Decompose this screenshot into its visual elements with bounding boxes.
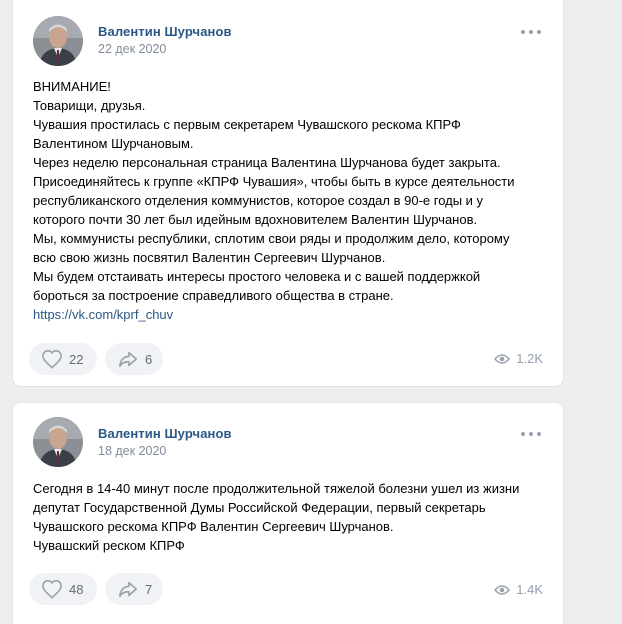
more-dots-icon[interactable]: [521, 429, 541, 439]
post-text-line: Сегодня в 14-40 минут после продолжитель…: [33, 481, 520, 496]
share-count: 6: [145, 351, 153, 367]
post-author[interactable]: Валентин Шурчанов: [98, 24, 232, 39]
post-text-line: Мы, коммунисты республики, сплотим свои …: [33, 231, 510, 246]
post-text-line: которого почти 30 лет был идейным вдохно…: [33, 212, 478, 227]
post-text: Сегодня в 14-40 минут после продолжитель…: [33, 479, 543, 555]
post-text-line: депутат Государственной Думы Российской …: [33, 500, 486, 515]
post-link[interactable]: https://vk.com/kprf_chuv: [33, 307, 173, 322]
share-button[interactable]: 6: [105, 343, 163, 375]
like-button[interactable]: 22: [29, 343, 97, 375]
post-text-line: Чувашия простилась с первым секретарем Ч…: [33, 117, 461, 132]
heart-icon: [42, 579, 62, 599]
post-card: Валентин Шурчанов 22 дек 2020 ВНИМАНИЕ! …: [13, 0, 563, 386]
post-text-line: республиканского отделения коммунистов, …: [33, 193, 484, 208]
post-text-line: Валентином Шурчановым.: [33, 136, 194, 151]
post-text-line: Товарищи, друзья.: [33, 98, 146, 113]
views-counter: 1.4K: [494, 582, 543, 597]
post-text-line: Присоединяйтесь к группе «КПРФ Чувашия»,…: [33, 174, 515, 189]
post-card: Валентин Шурчанов 18 дек 2020 Сегодня в …: [13, 403, 563, 624]
post-text-line: бороться за построение справедливого общ…: [33, 288, 394, 303]
avatar[interactable]: [33, 417, 83, 467]
post-text-line: Чувашский реском КПРФ: [33, 538, 185, 553]
heart-icon: [42, 349, 62, 369]
post-text-line: Мы будем отстаивать интересы простого че…: [33, 269, 481, 284]
post-date[interactable]: 22 дек 2020: [98, 42, 166, 56]
post-text-line: Через неделю персональная страница Вален…: [33, 155, 501, 170]
share-count: 7: [145, 581, 153, 597]
post-author[interactable]: Валентин Шурчанов: [98, 426, 232, 441]
post-text-line: Чувашского рескома КПРФ Валентин Сергеев…: [33, 519, 394, 534]
like-count: 48: [69, 581, 84, 597]
eye-icon: [494, 584, 511, 595]
share-arrow-icon: [119, 581, 137, 598]
post-text-line: всю свою жизнь посвятил Валентин Сергеев…: [33, 250, 386, 265]
share-button[interactable]: 7: [105, 573, 163, 605]
like-count: 22: [69, 351, 84, 367]
more-dots-icon[interactable]: [521, 27, 541, 37]
eye-icon: [494, 353, 511, 364]
avatar[interactable]: [33, 16, 83, 66]
views-count: 1.4K: [516, 582, 543, 597]
post-date[interactable]: 18 дек 2020: [98, 444, 166, 458]
views-count: 1.2K: [516, 351, 543, 366]
like-button[interactable]: 48: [29, 573, 97, 605]
post-text: ВНИМАНИЕ! Товарищи, друзья. Чувашия прос…: [33, 77, 543, 324]
share-arrow-icon: [119, 351, 137, 368]
views-counter: 1.2K: [494, 351, 543, 366]
post-text-line: ВНИМАНИЕ!: [33, 79, 111, 94]
